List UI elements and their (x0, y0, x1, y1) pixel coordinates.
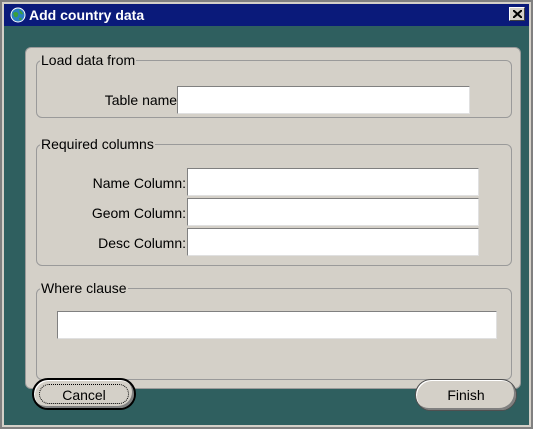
close-button[interactable] (509, 7, 525, 21)
load-data-group: Load data from Table name: (36, 52, 512, 118)
globe-icon (10, 7, 26, 23)
where-clause-legend: Where clause (41, 280, 127, 296)
geom-column-label: Geom Column: (91, 205, 186, 221)
dialog-window: Add country data Load data from Table na… (0, 0, 533, 429)
name-column-input[interactable] (187, 168, 479, 196)
desc-column-input[interactable] (187, 228, 479, 256)
finish-button[interactable]: Finish (415, 379, 517, 411)
window-title: Add country data (29, 7, 145, 23)
dialog-body: Load data from Table name: Required colu… (4, 26, 529, 425)
desc-column-label: Desc Column: (98, 235, 186, 251)
table-name-label: Table name: (104, 92, 181, 108)
required-columns-group: Required columns Name Column: Geom Colum… (36, 136, 512, 266)
where-clause-input[interactable] (57, 311, 497, 339)
title-bar[interactable]: Add country data (4, 4, 529, 26)
load-data-legend: Load data from (41, 52, 136, 68)
name-column-label: Name Column: (92, 175, 186, 191)
cancel-button[interactable]: Cancel (32, 378, 136, 410)
where-clause-group: Where clause (36, 280, 512, 380)
finish-button-label: Finish (447, 387, 485, 403)
geom-column-input[interactable] (187, 198, 479, 226)
close-icon (513, 10, 522, 18)
table-name-input[interactable] (177, 86, 470, 114)
cancel-button-label: Cancel (62, 387, 106, 403)
form-panel: Load data from Table name: Required colu… (25, 47, 521, 389)
required-columns-legend: Required columns (41, 136, 154, 152)
